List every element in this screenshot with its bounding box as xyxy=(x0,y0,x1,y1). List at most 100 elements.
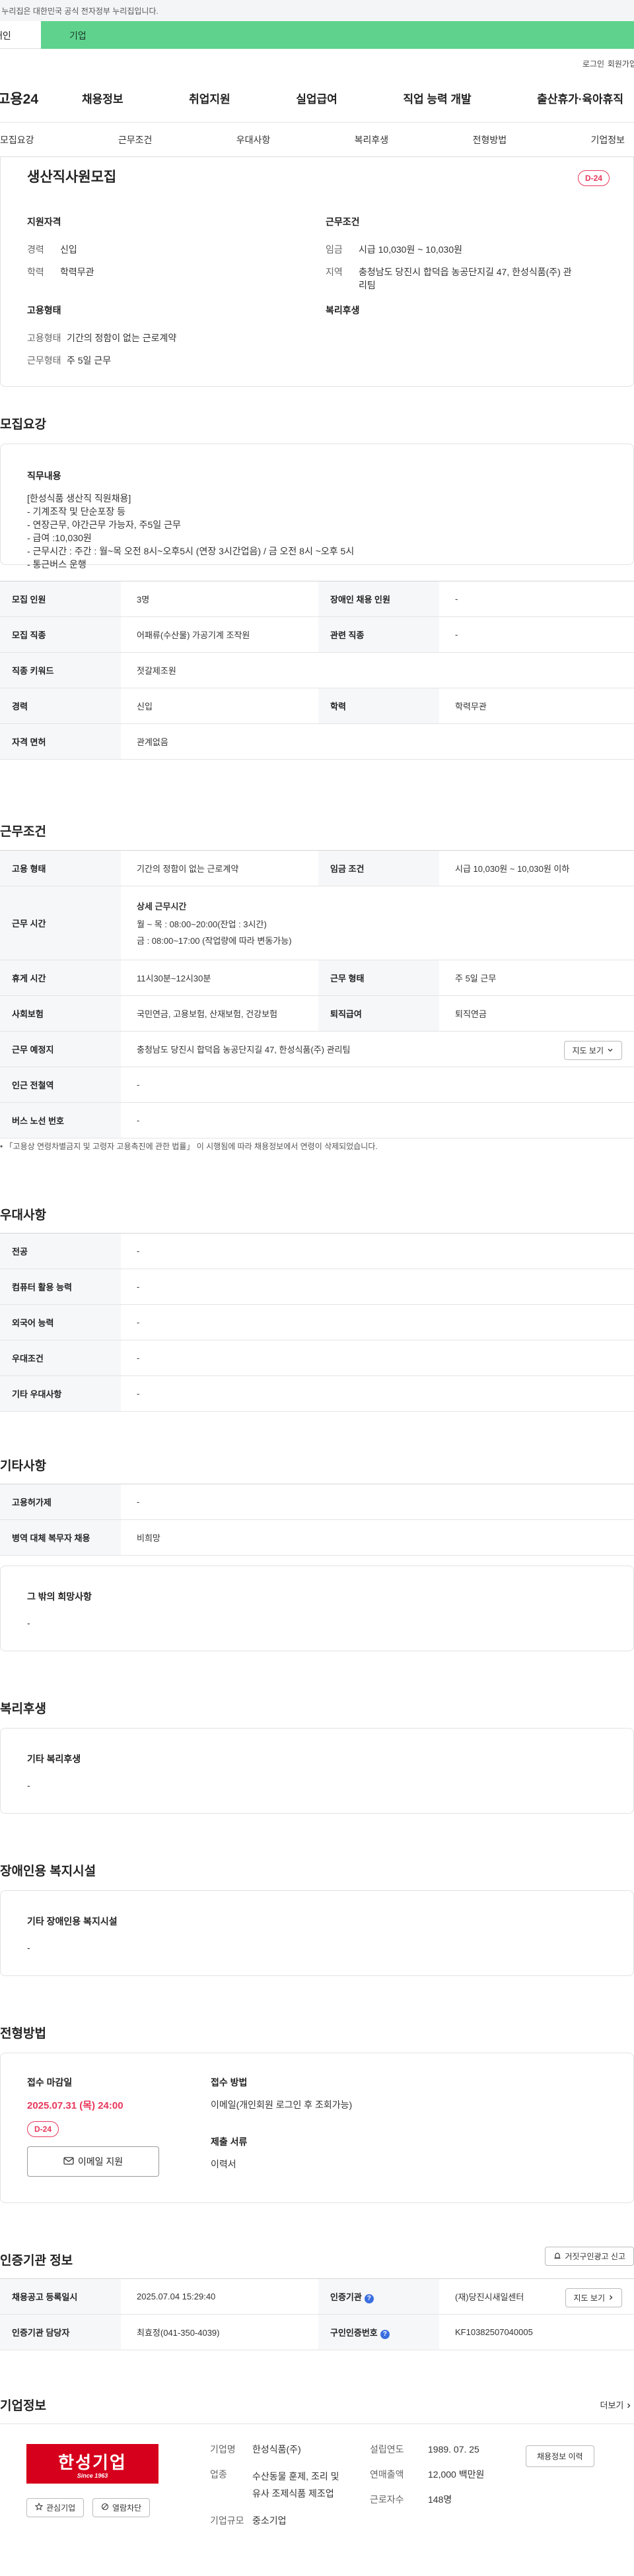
disabled-heading: 장애인용 복지시설 xyxy=(0,1865,96,1878)
table-cell: 기간의 정함이 없는 근로계약 xyxy=(121,850,318,886)
favorite-company-button[interactable]: 관심기업 xyxy=(26,2498,85,2517)
welfare-box: 기타 복리후생 - xyxy=(0,1728,634,1814)
help-icon[interactable]: ? xyxy=(380,2329,390,2339)
table-header: 근무 형태 xyxy=(318,960,439,996)
disabled-box-title: 기타 장애인용 복지시설 xyxy=(27,1916,118,1927)
company-key: 근로자수 xyxy=(370,2494,404,2505)
table-header: 고용 형태 xyxy=(0,850,121,886)
tab-person[interactable]: 개인 xyxy=(0,21,41,49)
table-header: 퇴직급여 xyxy=(318,995,439,1032)
map-view-label: 지도 보기 xyxy=(572,1046,604,1055)
method-block: 접수 방법 이메일(개인회원 로그인 후 조회가능) 제출 서류 이력서 xyxy=(211,2076,352,2171)
company-key: 기업규모 xyxy=(210,2515,244,2526)
gnb-jobs[interactable]: 채용정보 xyxy=(82,90,123,106)
job-history-button[interactable]: 채용정보 이력 xyxy=(526,2445,594,2467)
tab-corp-label: 기업 xyxy=(69,30,87,41)
summary-row: 임금 시급 10,030원 ~ 10,030원 xyxy=(326,243,610,256)
site-logo[interactable]: 고용24 xyxy=(0,88,77,108)
table-cell: 국민연금, 고용보험, 산재보험, 건강보험 xyxy=(121,995,318,1032)
company-logo-text: 한성기업 xyxy=(58,2453,127,2473)
table-row: 우대조건 - xyxy=(0,1340,634,1376)
table-header: 외국어 능력 xyxy=(0,1304,121,1340)
table-cell: 상세 근무시간 월 ~ 목 : 08:00~20:00(잔업 : 3시간) 금 … xyxy=(121,886,634,960)
table-header: 전공 xyxy=(0,1233,121,1269)
tab-corp[interactable]: 기업 xyxy=(41,21,634,49)
join-link[interactable]: 회원가입 xyxy=(608,58,634,69)
age-note: • 「고용상 연령차별금지 및 고령자 고용촉진에 관한 법률」 이 시행됨에 … xyxy=(0,1140,378,1152)
etc-heading: 기타사항 xyxy=(0,1459,46,1473)
table-row: 고용 형태 기간의 정함이 없는 근로계약 임금 조건 시급 10,030원 ~… xyxy=(0,850,634,886)
agency-table: 채용공고 등록일시 2025.07.04 15:29:40 인증기관? (재)당… xyxy=(0,2278,634,2350)
deadline-title: 접수 마감일 xyxy=(27,2077,73,2088)
work-heading: 근무조건 xyxy=(0,825,46,839)
summary-key: 경력 xyxy=(27,244,44,255)
subnav-work[interactable]: 근무조건 xyxy=(118,133,153,147)
company-value: 수산동물 훈제, 조리 및 유사 조제식품 제조업 xyxy=(252,2471,339,2499)
conditions-title: 근무조건 xyxy=(326,216,360,227)
table-header: 기타 우대사항 xyxy=(0,1375,121,1412)
star-icon xyxy=(34,2502,44,2513)
block-view-button[interactable]: 열람차단 xyxy=(92,2498,151,2517)
login-link[interactable]: 로그인 xyxy=(582,58,604,69)
table-row: 자격 면허 관계없음 xyxy=(0,723,634,760)
summary-row: 고용형태 기간의 정함이 없는 근로계약 xyxy=(27,331,176,345)
company-key: 설립연도 xyxy=(370,2444,404,2455)
company-value: 148명 xyxy=(428,2494,452,2505)
qualification-block: 지원자격 경력 신입 학력 학력무관 xyxy=(27,215,94,288)
company-row: 설립연도 1989. 07. 25 xyxy=(370,2443,502,2456)
subnav-pref[interactable]: 우대사항 xyxy=(236,133,271,147)
block-view-label: 열람차단 xyxy=(112,2503,142,2513)
gnb-unemployment-benefit[interactable]: 실업급여 xyxy=(296,90,337,106)
gnb-parental-leave[interactable]: 출산휴가·육아휴직 xyxy=(537,90,623,106)
subnav-welfare[interactable]: 복리후생 xyxy=(355,133,389,147)
summary-value: 주 5일 근무 xyxy=(67,355,112,366)
table-header: 직종 키워드 xyxy=(0,652,121,688)
wish-text: - xyxy=(27,1618,30,1628)
table-header: 인증기관 담당자 xyxy=(0,2314,121,2350)
table-cell: - xyxy=(121,1484,634,1520)
gnb-vocational-training[interactable]: 직업 능력 개발 xyxy=(403,90,471,106)
age-note-text: 「고용상 연령차별금지 및 고령자 고용촉진에 관한 법률」 이 시행됨에 따라… xyxy=(5,1142,378,1151)
table-cell: (재)당진시새일센터 지도 보기 xyxy=(439,2278,634,2315)
help-icon[interactable]: ? xyxy=(364,2294,374,2303)
duty-text: [한성식품 생산직 직원채용] - 기계조작 및 단순포장 등 - 연장근무, … xyxy=(27,493,355,570)
table-row: 휴게 시간 11시30분~12시30분 근무 형태 주 5일 근무 xyxy=(0,960,634,996)
welfare-box-text: - xyxy=(27,1780,30,1791)
table-row: 사회보험 국민연금, 고용보험, 산재보험, 건강보험 퇴직급여 퇴직연금 xyxy=(0,995,634,1032)
deadline-date: 2025.07.31 (목) 24:00 xyxy=(27,2100,123,2111)
agency-name: (재)당진시새일센터 xyxy=(455,2292,524,2302)
company-more-link[interactable]: 더보기 xyxy=(600,2398,631,2411)
table-cell: - xyxy=(121,1102,634,1139)
welfare-box-title: 기타 복리후생 xyxy=(27,1754,81,1764)
table-cell: - xyxy=(439,616,634,653)
company-heading: 기업정보 xyxy=(0,2399,46,2413)
report-fake-ad-button[interactable]: 거짓구인광고 신고 xyxy=(545,2247,634,2266)
table-cell: 3명 xyxy=(121,581,318,617)
process-heading: 전형방법 xyxy=(0,2027,46,2041)
disabled-box-text: - xyxy=(27,1942,30,1953)
email-apply-label: 이메일 지원 xyxy=(77,2156,123,2167)
email-apply-button[interactable]: 이메일 지원 xyxy=(27,2146,159,2177)
chevron-right-icon xyxy=(608,2294,614,2303)
subnav-process[interactable]: 전형방법 xyxy=(473,133,507,147)
table-header: 사회보험 xyxy=(0,995,121,1032)
subnav-company[interactable]: 기업정보 xyxy=(590,133,625,147)
agency-map-button[interactable]: 지도 보기 xyxy=(565,2288,622,2307)
table-row: 인근 전철역 - xyxy=(0,1067,634,1103)
table-row: 외국어 능력 - xyxy=(0,1304,634,1340)
table-row: 모집 인원 3명 장애인 채용 인원 - xyxy=(0,581,634,617)
table-cell: 시급 10,030원 ~ 10,030원 이하 xyxy=(439,850,634,886)
table-row: 버스 노선 번호 - xyxy=(0,1102,634,1139)
duty-box: 직무내용 [한성식품 생산직 직원채용] - 기계조작 및 단순포장 등 - 연… xyxy=(0,444,634,570)
table-cell: - xyxy=(121,1340,634,1376)
table-row: 병역 대체 복무자 채용 비희망 xyxy=(0,1519,634,1556)
table-header: 병역 대체 복무자 채용 xyxy=(0,1519,121,1556)
table-cell: - xyxy=(439,581,634,617)
summary-row: 근무형태 주 5일 근무 xyxy=(27,354,176,367)
table-header: 고용허가제 xyxy=(0,1484,121,1520)
gnb-employment-support[interactable]: 취업지원 xyxy=(189,90,230,106)
company-key: 기업명 xyxy=(210,2444,236,2455)
subnav-recruit[interactable]: 모집요강 xyxy=(0,133,34,147)
table-header: 근무 시간 xyxy=(0,886,121,960)
map-view-button[interactable]: 지도 보기 xyxy=(563,1041,622,1060)
